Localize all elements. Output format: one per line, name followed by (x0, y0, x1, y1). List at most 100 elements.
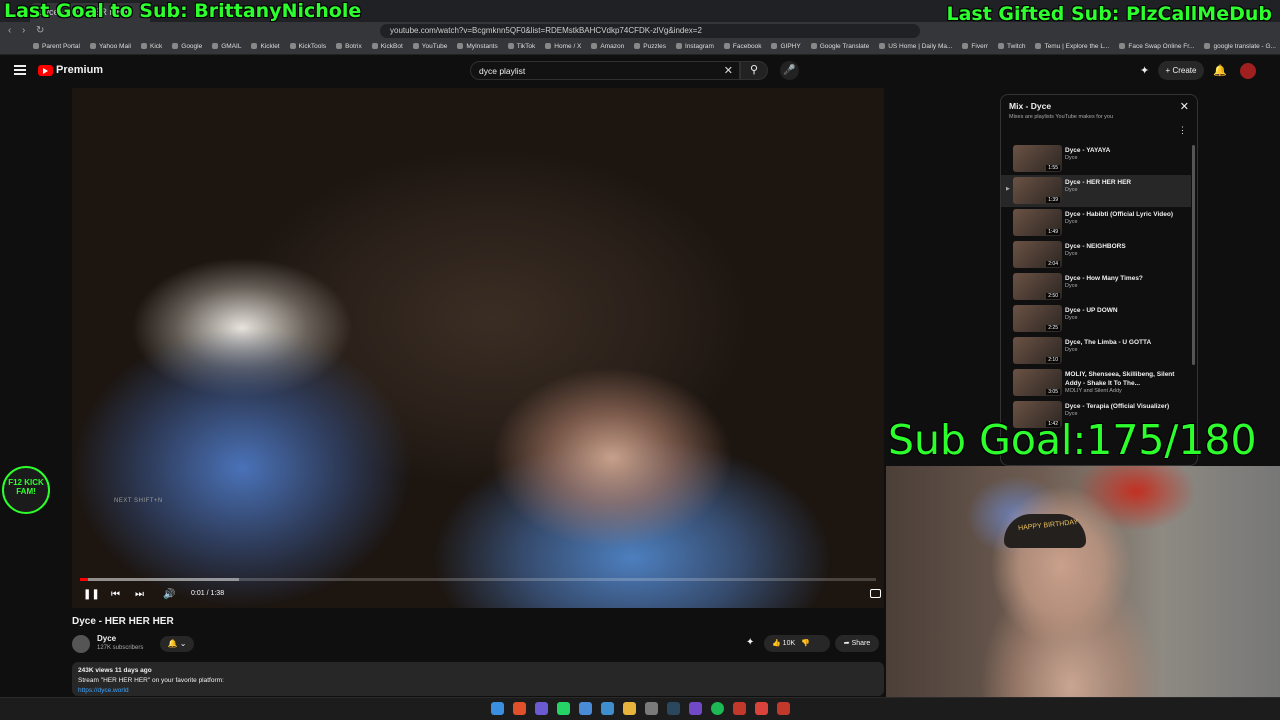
bookmark-item[interactable]: Yahoo Mail (85, 40, 136, 54)
bookmark-item[interactable]: KickTools (285, 40, 331, 54)
mic-icon[interactable]: 🎤 (780, 61, 799, 80)
video-title: Dyce - HER HER HER (72, 616, 174, 627)
search-button[interactable]: ⚲ (740, 61, 768, 80)
app-grid-icon[interactable] (689, 702, 702, 715)
duration-badge: 1:49 (1046, 229, 1060, 235)
channel-name[interactable]: Dyce (97, 634, 116, 643)
playlist-item[interactable]: 1:55 Dyce - YAYAYA Dyce (1001, 143, 1191, 175)
pin-icon[interactable] (733, 702, 746, 715)
file-explorer-icon[interactable] (623, 702, 636, 715)
playlist-item-channel: Dyce (1065, 187, 1078, 193)
bookmark-item[interactable]: Puzzles (629, 40, 671, 54)
like-button[interactable]: 👍 10K 👎 (764, 635, 830, 652)
bookmark-item[interactable]: Amazon (586, 40, 629, 54)
playlist-thumbnail[interactable]: 2:04 (1013, 241, 1062, 268)
sparkle-icon[interactable]: ✦ (1140, 64, 1149, 77)
bookmark-item[interactable]: US Home | Daily Ma... (874, 40, 957, 54)
playlist-scrollbar[interactable] (1192, 145, 1195, 365)
playlist-item-channel: Dyce (1065, 251, 1078, 257)
spotify-icon[interactable] (711, 702, 724, 715)
discord-icon[interactable] (535, 702, 548, 715)
bookmark-item[interactable]: Facebook (719, 40, 767, 54)
playlist-item[interactable]: 3:05 MOLIY, Shenseea, Skillibeng, Silent … (1001, 367, 1191, 399)
playlist-item[interactable]: ▶ 1:39 Dyce - HER HER HER Dyce (1001, 175, 1191, 207)
subscription-bell-button[interactable]: 🔔 ⌄ (160, 636, 194, 652)
reload-icon[interactable]: ↻ (36, 25, 44, 36)
duration-badge: 2:50 (1046, 293, 1060, 299)
bookmark-item[interactable]: Fiverr (957, 40, 993, 54)
search-input[interactable]: dyce playlist ✕ (470, 61, 740, 80)
whatsapp-icon[interactable] (557, 702, 570, 715)
bookmark-item[interactable]: TikTok (503, 40, 541, 54)
photos-icon[interactable] (601, 702, 614, 715)
playlist-thumbnail[interactable]: 2:10 (1013, 337, 1062, 364)
steam-icon[interactable] (667, 702, 680, 715)
bookmark-item[interactable]: MyInstants (452, 40, 502, 54)
create-label: Create (1172, 66, 1197, 75)
url-field[interactable]: youtube.com/watch?v=Bcgmknn5QF0&list=RDE… (380, 24, 920, 38)
notifications-icon[interactable]: 🔔 (1213, 64, 1227, 77)
bookmark-item[interactable]: Google Translate (806, 40, 875, 54)
account-avatar[interactable] (1240, 63, 1256, 79)
bookmark-item[interactable]: google translate - G... (1199, 40, 1280, 54)
close-playlist-icon[interactable]: ✕ (1180, 100, 1189, 113)
playlist-thumbnail[interactable]: 1:39 (1013, 177, 1062, 204)
bookmark-item[interactable]: Kicklet (246, 40, 284, 54)
bookmark-item[interactable]: Parent Portal (28, 40, 85, 54)
bookmark-item[interactable]: Temu | Explore the L... (1030, 40, 1114, 54)
duration-badge: 3:05 (1046, 389, 1060, 395)
playlist-item[interactable]: 2:50 Dyce - How Many Times? Dyce (1001, 271, 1191, 303)
pin-icon-2[interactable] (777, 702, 790, 715)
playlist-thumbnail[interactable]: 2:50 (1013, 273, 1062, 300)
bookmark-item[interactable]: KickBot (367, 40, 408, 54)
playlist-item[interactable]: 2:10 Dyce, The Limba - U GOTTA Dyce (1001, 335, 1191, 367)
menu-icon[interactable] (14, 65, 26, 75)
playlist-thumbnail[interactable]: 1:55 (1013, 145, 1062, 172)
app-icon[interactable] (755, 702, 768, 715)
create-button[interactable]: + Create (1158, 61, 1204, 80)
taskbar (0, 697, 1280, 720)
back-icon[interactable]: ‹ (8, 25, 11, 36)
bookmark-item[interactable]: Twitch (993, 40, 1030, 54)
description-box[interactable]: 243K views 11 days ago Stream "HER HER H… (72, 662, 884, 696)
share-label: Share (851, 640, 871, 647)
bookmark-item[interactable]: GIPHY (766, 40, 805, 54)
bookmark-item[interactable]: GMAIL (207, 40, 246, 54)
bookmark-item[interactable]: Instagram (671, 40, 719, 54)
last-goal-overlay: Last Goal to Sub: BrittanyNichole (4, 0, 362, 22)
youtube-logo[interactable]: Premium (38, 64, 103, 76)
ask-icon[interactable]: ✦ (746, 637, 754, 648)
clear-search-icon[interactable]: ✕ (724, 64, 733, 77)
share-button[interactable]: ➦ Share (835, 635, 879, 652)
playlist-thumbnail[interactable]: 2:25 (1013, 305, 1062, 332)
description-link[interactable]: https://dyce.world (78, 686, 878, 696)
windows-start-icon[interactable] (491, 702, 504, 715)
forward-icon[interactable]: › (22, 25, 25, 36)
bookmark-item[interactable]: Botrix (331, 40, 367, 54)
bookmark-item[interactable]: Google (167, 40, 207, 54)
playlist-item[interactable]: 1:49 Dyce - Habibti (Official Lyric Video… (1001, 207, 1191, 239)
playlist-item[interactable]: 2:04 Dyce - NEIGHBORS Dyce (1001, 239, 1191, 271)
now-playing-icon: ▶ (1006, 186, 1010, 192)
volume-icon[interactable]: 🔊 (163, 589, 175, 600)
bookmark-item[interactable]: Face Swap Online Fr... (1114, 40, 1199, 54)
youtube-header: Premium dyce playlist ✕ ⚲ 🎤 ✦ + Create 🔔 (0, 56, 1280, 86)
playlist-thumbnail[interactable]: 1:49 (1013, 209, 1062, 236)
calendar-icon[interactable] (579, 702, 592, 715)
previous-icon[interactable]: ⏮ (111, 589, 120, 600)
bookmark-item[interactable]: YouTube (408, 40, 453, 54)
video-player[interactable]: NEXT SHIFT+N (72, 88, 884, 608)
pause-icon[interactable]: ❚❚ (83, 589, 100, 600)
next-icon[interactable]: ⏭ (135, 589, 144, 600)
bookmark-item[interactable]: Kick (136, 40, 167, 54)
bookmark-item[interactable]: Home / X (540, 40, 586, 54)
captions-icon[interactable] (870, 589, 881, 598)
more-options-icon[interactable]: ⋮ (1178, 125, 1187, 136)
description-stats: 243K views 11 days ago (78, 667, 152, 674)
playlist-thumbnail[interactable]: 3:05 (1013, 369, 1062, 396)
progress-bar[interactable] (80, 578, 876, 581)
brave-icon[interactable] (513, 702, 526, 715)
settings-icon[interactable] (645, 702, 658, 715)
playlist-item[interactable]: 2:25 Dyce - UP DOWN Dyce (1001, 303, 1191, 335)
channel-avatar[interactable] (72, 635, 90, 653)
